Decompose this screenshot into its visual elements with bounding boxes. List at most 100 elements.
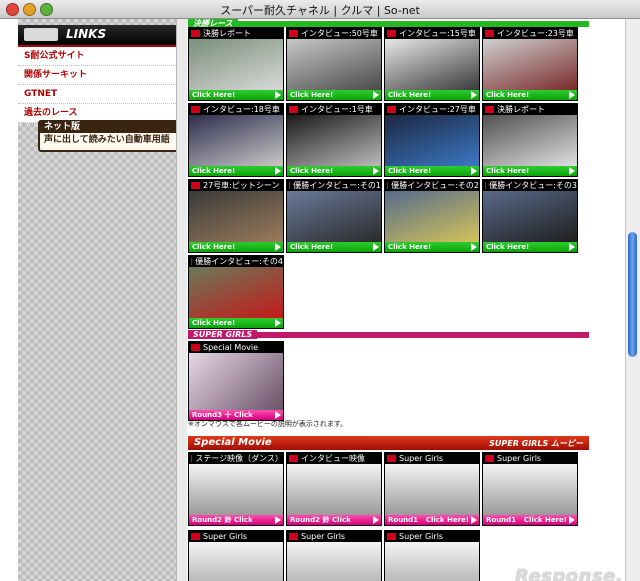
click-here-button[interactable]: Click Here!	[483, 166, 577, 176]
video-camera-icon	[289, 182, 291, 189]
race-video-tile[interactable]: インタビュー:27号車 Click Here!	[384, 103, 480, 177]
sidebar-link[interactable]: 関係サーキット	[18, 66, 176, 85]
tile-caption-text: インタビュー:18号車	[203, 105, 280, 114]
round-label: Round2 鈴鹿	[192, 516, 232, 534]
video-camera-icon	[191, 106, 200, 113]
video-camera-icon	[485, 30, 494, 37]
tile-caption-text: インタビュー映像	[301, 454, 365, 463]
video-camera-icon	[191, 455, 193, 462]
special-video-tile[interactable]: インタビュー映像 Round2 鈴鹿Click Here!	[286, 452, 382, 534]
click-here-button[interactable]: Click Here!	[483, 90, 577, 100]
window-title: スーパー耐久チャネル | クルマ | So-net	[220, 4, 420, 17]
column-divider	[176, 19, 187, 581]
video-thumbnail	[189, 542, 283, 581]
video-thumbnail	[287, 191, 381, 242]
race-video-tile[interactable]: インタビュー:1号車 Click Here!	[286, 103, 382, 177]
scrollbar-thumb[interactable]	[628, 232, 637, 357]
tile-caption-text: インタビュー:50号車	[301, 29, 378, 38]
round-label: Round2 鈴鹿	[290, 516, 330, 534]
girls-video-tile[interactable]: Special Movie Round3 十勝 Click Here!	[188, 341, 284, 429]
click-here-button[interactable]: Click Here!	[189, 90, 283, 100]
tile-caption: Super Girls	[385, 453, 479, 464]
race-video-tile[interactable]: 優勝インタビュー:その4 Click Here!	[188, 255, 284, 329]
special-video-tile[interactable]: ステージ映像（ダンス） Round2 鈴鹿Click Here!	[188, 452, 284, 534]
special-video-tile[interactable]: Super Girls	[286, 530, 382, 581]
video-camera-icon	[387, 455, 396, 462]
race-video-tile[interactable]: 27号車:ピットシーン Click Here!	[188, 179, 284, 253]
tile-caption: Super Girls	[189, 531, 283, 542]
special-movie-right-label: SUPER GIRLS ムービー	[489, 439, 583, 448]
video-thumbnail	[287, 542, 381, 581]
click-here-button[interactable]: Click Here!	[385, 90, 479, 100]
vertical-scrollbar[interactable]	[625, 19, 640, 581]
tile-caption: 優勝インタビュー:その2	[385, 180, 479, 191]
video-thumbnail	[385, 191, 479, 242]
click-here-button[interactable]: Click Here!	[385, 242, 479, 252]
tile-caption: インタビュー:15号車	[385, 28, 479, 39]
video-camera-icon	[485, 106, 494, 113]
video-camera-icon	[485, 182, 487, 189]
tile-caption: ステージ映像（ダンス）	[189, 453, 283, 464]
special-movie-bar: Special Movie SUPER GIRLS ムービー	[188, 436, 589, 450]
car-logo-icon	[24, 28, 58, 41]
video-camera-icon	[485, 455, 494, 462]
tile-caption-text: ステージ映像（ダンス）	[195, 454, 283, 463]
tile-caption: インタビュー:18号車	[189, 104, 283, 115]
click-here-button[interactable]: Click Here!	[287, 90, 381, 100]
race-video-tile[interactable]: インタビュー:23号車 Click Here!	[482, 27, 578, 101]
click-here-button[interactable]: Round2 鈴鹿Click Here!	[287, 515, 381, 534]
click-here-button[interactable]: Click Here!	[189, 242, 283, 252]
tile-caption-text: Super Girls	[399, 454, 444, 463]
race-video-tile[interactable]: 優勝インタビュー:その2 Click Here!	[384, 179, 480, 253]
banner-title: ネット版	[40, 122, 180, 133]
tile-caption: Special Movie	[189, 342, 283, 353]
tile-caption: Super Girls	[483, 453, 577, 464]
click-here-button[interactable]: Click Here!	[189, 166, 283, 176]
tile-caption-text: 優勝インタビュー:その2	[391, 181, 479, 190]
click-here-button[interactable]: Click Here!	[287, 166, 381, 176]
sidebar-link[interactable]: S耐公式サイト	[18, 47, 176, 66]
video-thumbnail	[189, 191, 283, 242]
click-here-button[interactable]: Round1 Click Here!	[483, 515, 577, 525]
click-here-button[interactable]: Click Here!	[385, 166, 479, 176]
race-video-tile[interactable]: インタビュー:15号車 Click Here!	[384, 27, 480, 101]
video-camera-icon	[289, 30, 298, 37]
video-thumbnail	[189, 39, 283, 90]
video-camera-icon	[387, 106, 396, 113]
tile-caption-text: 優勝インタビュー:その4	[195, 257, 283, 266]
special-video-tile[interactable]: Super Girls	[188, 530, 284, 581]
click-here-button[interactable]: Round1 Click Here!	[385, 515, 479, 525]
race-video-tile[interactable]: インタビュー:50号車 Click Here!	[286, 27, 382, 101]
special-video-tile[interactable]: Super Girls	[384, 530, 480, 581]
net-terms-banner[interactable]: ネット版 声に出して読みたい自動車用語	[38, 120, 182, 152]
video-thumbnail	[189, 353, 283, 410]
tile-caption-text: Special Movie	[203, 343, 259, 352]
click-here-button[interactable]: Click Here!	[189, 318, 283, 328]
video-thumbnail	[483, 115, 577, 166]
race-video-tile[interactable]: 優勝インタビュー:その1 Click Here!	[286, 179, 382, 253]
race-video-tile[interactable]: 決勝レポート Click Here!	[482, 103, 578, 177]
race-video-tile[interactable]: インタビュー:18号車 Click Here!	[188, 103, 284, 177]
video-thumbnail	[483, 39, 577, 90]
tile-caption-text: インタビュー:15号車	[399, 29, 476, 38]
click-here-button[interactable]: Click Here!	[287, 242, 381, 252]
special-video-tile[interactable]: Super Girls Round1 Click Here!	[384, 452, 480, 526]
video-camera-icon	[191, 182, 200, 189]
web-page: LINKS S耐公式サイト 関係サーキット GTNET 過去のレース ネット版 …	[0, 19, 626, 581]
tile-caption-text: 優勝インタビュー:その3	[489, 181, 577, 190]
race-video-tile[interactable]: 優勝インタビュー:その3 Click Here!	[482, 179, 578, 253]
tile-caption-text: Super Girls	[203, 532, 248, 541]
tile-caption-text: 決勝レポート	[497, 105, 545, 114]
race-video-tile[interactable]: 決勝レポート Click Here!	[188, 27, 284, 101]
tile-caption: 27号車:ピットシーン	[189, 180, 283, 191]
special-video-tile[interactable]: Super Girls Round1 Click Here!	[482, 452, 578, 526]
tile-caption: インタビュー:1号車	[287, 104, 381, 115]
banner-subtitle: 声に出して読みたい自動車用語	[44, 135, 170, 145]
click-here-button[interactable]: Round2 鈴鹿Click Here!	[189, 515, 283, 534]
click-label: Click Here!	[523, 516, 567, 524]
click-here-button[interactable]: Click Here!	[483, 242, 577, 252]
click-label: Click Here!	[331, 516, 354, 534]
round-label: Round1	[388, 516, 419, 524]
sidebar-link[interactable]: GTNET	[18, 85, 176, 104]
video-thumbnail	[385, 464, 479, 515]
